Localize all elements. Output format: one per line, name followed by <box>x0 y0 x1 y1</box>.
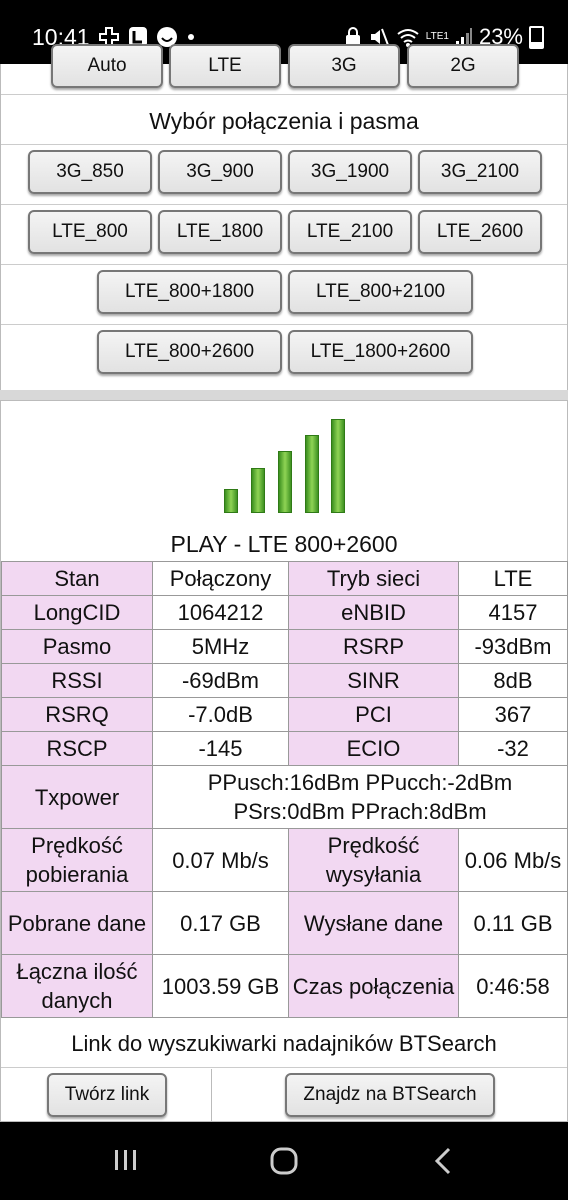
cell-value: 1064212 <box>152 595 289 630</box>
cell-label: PCI <box>288 697 459 732</box>
btsearch-title: Link do wyszukiwarki nadajników BTSearch <box>71 1031 497 1056</box>
signal-bar <box>305 435 319 513</box>
column-divider <box>211 1069 212 1121</box>
cell-value: -93dBm <box>458 629 568 664</box>
cell-value: 8dB <box>458 663 568 698</box>
cell-value: 5MHz <box>152 629 289 664</box>
signal-bar <box>278 451 292 513</box>
cell-value: 0.07 Mb/s <box>152 828 289 892</box>
divider <box>1 264 567 265</box>
txpower-line: PSrs:0dBm PPrach:8dBm <box>233 799 487 824</box>
cell-label: Czas połączenia <box>288 954 459 1018</box>
table-row: RSCP -145 ECIO -32 <box>1 731 568 766</box>
signal-bar <box>224 489 238 513</box>
network-type: LTE1 <box>425 31 449 42</box>
cell-label: Pobrane dane <box>1 891 153 955</box>
cell-label: ECIO <box>288 731 459 766</box>
navigation-bar <box>0 1122 568 1200</box>
create-link-button[interactable]: Twórz link <box>47 1073 167 1117</box>
back-icon[interactable] <box>432 1146 454 1176</box>
cell-value: -69dBm <box>152 663 289 698</box>
signal-bar <box>331 419 345 513</box>
mode-lte-button[interactable]: LTE <box>169 44 281 88</box>
cell-value: 0:46:58 <box>458 954 568 1018</box>
cell-label: SINR <box>288 663 459 698</box>
cell-value: -32 <box>458 731 568 766</box>
cell-value: 367 <box>458 697 568 732</box>
mode-3g-button[interactable]: 3G <box>288 44 400 88</box>
find-btsearch-button[interactable]: Znajdz na BTSearch <box>285 1073 495 1117</box>
battery-icon <box>529 25 544 49</box>
cell-label: Txpower <box>1 765 153 829</box>
band-lte-1800-button[interactable]: LTE_1800 <box>158 210 282 254</box>
cell-value: LTE <box>458 561 568 596</box>
band-lte-2600-button[interactable]: LTE_2600 <box>418 210 542 254</box>
cell-value: -7.0dB <box>152 697 289 732</box>
cell-label: RSRP <box>288 629 459 664</box>
table-row: LongCID 1064212 eNBID 4157 <box>1 595 568 630</box>
cell-label: Pasmo <box>1 629 153 664</box>
panel-separator <box>0 390 568 400</box>
txpower-line: PPusch:16dBm PPucch:-2dBm <box>207 770 513 795</box>
mode-2g-button[interactable]: 2G <box>407 44 519 88</box>
cell-value: 0.11 GB <box>458 891 568 955</box>
band-lte-800-button[interactable]: LTE_800 <box>28 210 152 254</box>
table-row: Stan Połączony Tryb sieci LTE <box>1 561 568 596</box>
cell-label: Stan <box>1 561 153 596</box>
table-row: Pobrane dane 0.17 GB Wysłane dane 0.11 G… <box>1 891 568 955</box>
band-lte-2100-button[interactable]: LTE_2100 <box>288 210 412 254</box>
band-3g-2100-button[interactable]: 3G_2100 <box>418 150 542 194</box>
cell-value: 0.17 GB <box>152 891 289 955</box>
divider <box>1 94 567 95</box>
signal-info-table: Stan Połączony Tryb sieci LTE LongCID 10… <box>1 561 568 1018</box>
table-row: RSRQ -7.0dB PCI 367 <box>1 697 568 732</box>
signal-bar <box>251 468 265 513</box>
band-lte-800-1800-button[interactable]: LTE_800+1800 <box>97 270 282 314</box>
cell-value: 4157 <box>458 595 568 630</box>
cell-label: RSRQ <box>1 697 153 732</box>
cell-value: 0.06 Mb/s <box>458 828 568 892</box>
divider <box>1 204 567 205</box>
cell-label: Wysłane dane <box>288 891 459 955</box>
table-row: Prędkość pobierania 0.07 Mb/s Prędkość w… <box>1 828 568 892</box>
cell-value: -145 <box>152 731 289 766</box>
band-3g-1900-button[interactable]: 3G_1900 <box>288 150 412 194</box>
cell-label: eNBID <box>288 595 459 630</box>
cell-label: Prędkość pobierania <box>1 828 153 892</box>
cell-label: Tryb sieci <box>288 561 459 596</box>
band-3g-900-button[interactable]: 3G_900 <box>158 150 282 194</box>
cell-value: Połączony <box>152 561 289 596</box>
band-lte-800-2100-button[interactable]: LTE_800+2100 <box>288 270 473 314</box>
cell-label: RSCP <box>1 731 153 766</box>
signal-info-panel: PLAY - LTE 800+2600 Stan Połączony Tryb … <box>0 400 568 1122</box>
cell-label: LongCID <box>1 595 153 630</box>
table-row: Łączna ilość danych 1003.59 GB Czas połą… <box>1 954 568 1018</box>
band-3g-850-button[interactable]: 3G_850 <box>28 150 152 194</box>
home-icon[interactable] <box>269 1146 299 1176</box>
divider <box>1 144 567 145</box>
band-lte-1800-2600-button[interactable]: LTE_1800+2600 <box>288 330 473 374</box>
divider <box>1 1067 567 1068</box>
cell-value: 1003.59 GB <box>152 954 289 1018</box>
txpower-value: PPusch:16dBm PPucch:-2dBm PSrs:0dBm PPra… <box>152 765 568 829</box>
band-selection-panel: Auto LTE 3G 2G Wybór połączenia i pasma … <box>0 44 568 391</box>
cell-label: Prędkość wysyłania <box>288 828 459 892</box>
table-row: Txpower PPusch:16dBm PPucch:-2dBm PSrs:0… <box>1 765 568 829</box>
band-section-title: Wybór połączenia i pasma <box>149 108 419 134</box>
table-row: Pasmo 5MHz RSRP -93dBm <box>1 629 568 664</box>
recent-apps-icon[interactable] <box>112 1146 140 1174</box>
operator-label: PLAY - LTE 800+2600 <box>170 531 398 557</box>
table-row: RSSI -69dBm SINR 8dB <box>1 663 568 698</box>
signal-strength-icon <box>224 419 346 513</box>
mode-auto-button[interactable]: Auto <box>51 44 163 88</box>
divider <box>1 324 567 325</box>
cell-label: Łączna ilość danych <box>1 954 153 1018</box>
cell-label: RSSI <box>1 663 153 698</box>
band-lte-800-2600-button[interactable]: LTE_800+2600 <box>97 330 282 374</box>
